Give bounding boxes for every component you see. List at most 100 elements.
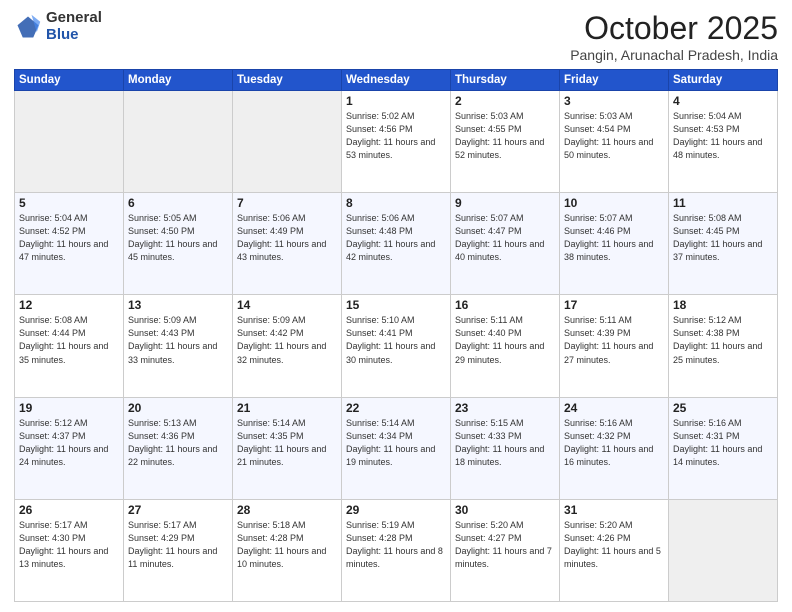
day-number: 20 bbox=[128, 401, 228, 415]
day-info: Sunrise: 5:04 AMSunset: 4:53 PMDaylight:… bbox=[673, 110, 773, 162]
day-info: Sunrise: 5:14 AMSunset: 4:35 PMDaylight:… bbox=[237, 417, 337, 469]
calendar-cell: 30 Sunrise: 5:20 AMSunset: 4:27 PMDayligh… bbox=[451, 499, 560, 601]
calendar-cell: 9 Sunrise: 5:07 AMSunset: 4:47 PMDaylight… bbox=[451, 193, 560, 295]
day-info: Sunrise: 5:03 AMSunset: 4:54 PMDaylight:… bbox=[564, 110, 664, 162]
logo-icon bbox=[14, 13, 42, 41]
day-info: Sunrise: 5:07 AMSunset: 4:47 PMDaylight:… bbox=[455, 212, 555, 264]
calendar-cell: 19 Sunrise: 5:12 AMSunset: 4:37 PMDayligh… bbox=[15, 397, 124, 499]
day-info: Sunrise: 5:20 AMSunset: 4:27 PMDaylight:… bbox=[455, 519, 555, 571]
calendar-cell: 2Sunrise: 5:03 AMSunset: 4:55 PMDaylight… bbox=[451, 91, 560, 193]
calendar-cell: 16 Sunrise: 5:11 AMSunset: 4:40 PMDayligh… bbox=[451, 295, 560, 397]
header: General Blue October 2025 Pangin, Arunac… bbox=[14, 10, 778, 63]
weekday-header-tuesday: Tuesday bbox=[233, 70, 342, 91]
calendar-header: SundayMondayTuesdayWednesdayThursdayFrid… bbox=[15, 70, 778, 91]
day-info: Sunrise: 5:04 AMSunset: 4:52 PMDaylight:… bbox=[19, 212, 119, 264]
day-info: Sunrise: 5:20 AMSunset: 4:26 PMDaylight:… bbox=[564, 519, 664, 571]
calendar-week-row: 26Sunrise: 5:17 AMSunset: 4:30 PMDayligh… bbox=[15, 499, 778, 601]
day-info: Sunrise: 5:08 AMSunset: 4:44 PMDaylight:… bbox=[19, 314, 119, 366]
day-number: 3 bbox=[564, 94, 664, 108]
day-info: Sunrise: 5:08 AMSunset: 4:45 PMDaylight:… bbox=[673, 212, 773, 264]
calendar-cell: 7 Sunrise: 5:06 AMSunset: 4:49 PMDaylight… bbox=[233, 193, 342, 295]
day-number: 25 bbox=[673, 401, 773, 415]
logo: General Blue bbox=[14, 10, 102, 43]
location-title: Pangin, Arunachal Pradesh, India bbox=[570, 47, 778, 63]
day-number: 10 bbox=[564, 196, 664, 210]
day-info: Sunrise: 5:06 AMSunset: 4:48 PMDaylight:… bbox=[346, 212, 446, 264]
day-info: Sunrise: 5:05 AMSunset: 4:50 PMDaylight:… bbox=[128, 212, 228, 264]
calendar-week-row: 19 Sunrise: 5:12 AMSunset: 4:37 PMDayligh… bbox=[15, 397, 778, 499]
weekday-header-monday: Monday bbox=[124, 70, 233, 91]
logo-blue-text: Blue bbox=[46, 27, 102, 44]
logo-general-text: General bbox=[46, 10, 102, 27]
day-info: Sunrise: 5:11 AMSunset: 4:39 PMDaylight:… bbox=[564, 314, 664, 366]
day-number: 18 bbox=[673, 298, 773, 312]
calendar-cell: 11 Sunrise: 5:08 AMSunset: 4:45 PMDayligh… bbox=[669, 193, 778, 295]
calendar-cell: 31 Sunrise: 5:20 AMSunset: 4:26 PMDayligh… bbox=[560, 499, 669, 601]
day-number: 4 bbox=[673, 94, 773, 108]
weekday-header-row: SundayMondayTuesdayWednesdayThursdayFrid… bbox=[15, 70, 778, 91]
calendar-table: SundayMondayTuesdayWednesdayThursdayFrid… bbox=[14, 69, 778, 602]
day-info: Sunrise: 5:09 AMSunset: 4:42 PMDaylight:… bbox=[237, 314, 337, 366]
day-info: Sunrise: 5:12 AMSunset: 4:37 PMDaylight:… bbox=[19, 417, 119, 469]
weekday-header-friday: Friday bbox=[560, 70, 669, 91]
day-info: Sunrise: 5:12 AMSunset: 4:38 PMDaylight:… bbox=[673, 314, 773, 366]
calendar-cell: 10 Sunrise: 5:07 AMSunset: 4:46 PMDayligh… bbox=[560, 193, 669, 295]
day-number: 11 bbox=[673, 196, 773, 210]
day-number: 12 bbox=[19, 298, 119, 312]
calendar-cell: 6 Sunrise: 5:05 AMSunset: 4:50 PMDaylight… bbox=[124, 193, 233, 295]
title-block: October 2025 Pangin, Arunachal Pradesh, … bbox=[570, 10, 778, 63]
day-number: 17 bbox=[564, 298, 664, 312]
calendar-cell: 8Sunrise: 5:06 AMSunset: 4:48 PMDaylight… bbox=[342, 193, 451, 295]
day-number: 31 bbox=[564, 503, 664, 517]
day-number: 6 bbox=[128, 196, 228, 210]
calendar-cell: 18 Sunrise: 5:12 AMSunset: 4:38 PMDayligh… bbox=[669, 295, 778, 397]
day-number: 9 bbox=[455, 196, 555, 210]
calendar-cell: 12 Sunrise: 5:08 AMSunset: 4:44 PMDayligh… bbox=[15, 295, 124, 397]
day-number: 21 bbox=[237, 401, 337, 415]
day-info: Sunrise: 5:14 AMSunset: 4:34 PMDaylight:… bbox=[346, 417, 446, 469]
calendar-cell bbox=[15, 91, 124, 193]
weekday-header-saturday: Saturday bbox=[669, 70, 778, 91]
day-info: Sunrise: 5:16 AMSunset: 4:32 PMDaylight:… bbox=[564, 417, 664, 469]
day-info: Sunrise: 5:07 AMSunset: 4:46 PMDaylight:… bbox=[564, 212, 664, 264]
day-number: 19 bbox=[19, 401, 119, 415]
calendar-cell: 1Sunrise: 5:02 AMSunset: 4:56 PMDaylight… bbox=[342, 91, 451, 193]
day-info: Sunrise: 5:11 AMSunset: 4:40 PMDaylight:… bbox=[455, 314, 555, 366]
day-number: 7 bbox=[237, 196, 337, 210]
month-title: October 2025 bbox=[570, 10, 778, 47]
day-info: Sunrise: 5:17 AMSunset: 4:29 PMDaylight:… bbox=[128, 519, 228, 571]
calendar-cell: 4 Sunrise: 5:04 AMSunset: 4:53 PMDaylight… bbox=[669, 91, 778, 193]
calendar-cell: 15Sunrise: 5:10 AMSunset: 4:41 PMDayligh… bbox=[342, 295, 451, 397]
calendar-cell: 5Sunrise: 5:04 AMSunset: 4:52 PMDaylight… bbox=[15, 193, 124, 295]
day-number: 29 bbox=[346, 503, 446, 517]
calendar-week-row: 1Sunrise: 5:02 AMSunset: 4:56 PMDaylight… bbox=[15, 91, 778, 193]
day-number: 16 bbox=[455, 298, 555, 312]
day-number: 22 bbox=[346, 401, 446, 415]
calendar-cell: 26Sunrise: 5:17 AMSunset: 4:30 PMDayligh… bbox=[15, 499, 124, 601]
calendar-cell: 29 Sunrise: 5:19 AMSunset: 4:28 PMDayligh… bbox=[342, 499, 451, 601]
day-number: 24 bbox=[564, 401, 664, 415]
day-info: Sunrise: 5:15 AMSunset: 4:33 PMDaylight:… bbox=[455, 417, 555, 469]
calendar-cell: 22 Sunrise: 5:14 AMSunset: 4:34 PMDayligh… bbox=[342, 397, 451, 499]
weekday-header-wednesday: Wednesday bbox=[342, 70, 451, 91]
day-info: Sunrise: 5:18 AMSunset: 4:28 PMDaylight:… bbox=[237, 519, 337, 571]
calendar-week-row: 5Sunrise: 5:04 AMSunset: 4:52 PMDaylight… bbox=[15, 193, 778, 295]
calendar-cell: 25Sunrise: 5:16 AMSunset: 4:31 PMDayligh… bbox=[669, 397, 778, 499]
day-number: 28 bbox=[237, 503, 337, 517]
weekday-header-sunday: Sunday bbox=[15, 70, 124, 91]
calendar-cell: 14 Sunrise: 5:09 AMSunset: 4:42 PMDayligh… bbox=[233, 295, 342, 397]
calendar-body: 1Sunrise: 5:02 AMSunset: 4:56 PMDaylight… bbox=[15, 91, 778, 602]
day-number: 13 bbox=[128, 298, 228, 312]
day-info: Sunrise: 5:06 AMSunset: 4:49 PMDaylight:… bbox=[237, 212, 337, 264]
day-number: 1 bbox=[346, 94, 446, 108]
calendar-cell: 13Sunrise: 5:09 AMSunset: 4:43 PMDayligh… bbox=[124, 295, 233, 397]
calendar-cell: 21 Sunrise: 5:14 AMSunset: 4:35 PMDayligh… bbox=[233, 397, 342, 499]
calendar-cell bbox=[669, 499, 778, 601]
day-number: 14 bbox=[237, 298, 337, 312]
day-info: Sunrise: 5:13 AMSunset: 4:36 PMDaylight:… bbox=[128, 417, 228, 469]
logo-text: General Blue bbox=[46, 10, 102, 43]
calendar-cell: 20 Sunrise: 5:13 AMSunset: 4:36 PMDayligh… bbox=[124, 397, 233, 499]
day-info: Sunrise: 5:17 AMSunset: 4:30 PMDaylight:… bbox=[19, 519, 119, 571]
day-number: 30 bbox=[455, 503, 555, 517]
day-info: Sunrise: 5:19 AMSunset: 4:28 PMDaylight:… bbox=[346, 519, 446, 571]
